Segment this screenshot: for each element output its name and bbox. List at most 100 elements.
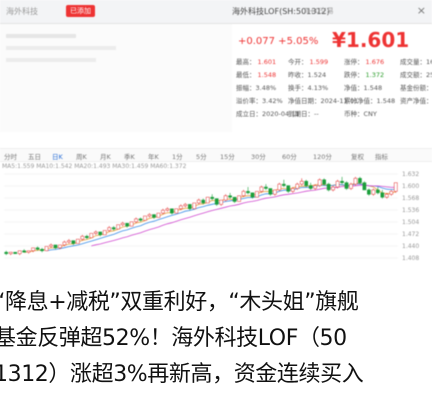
candle-body xyxy=(31,247,35,252)
candle-body xyxy=(134,218,138,223)
tab-6[interactable]: 年K xyxy=(148,151,159,161)
candle-body xyxy=(205,196,210,204)
added-badge[interactable]: 已添加 xyxy=(66,5,95,17)
candle-body xyxy=(58,244,62,249)
stat-value: 1.548 xyxy=(376,97,396,105)
candle-body xyxy=(259,186,264,192)
tab-7[interactable]: 1分 xyxy=(172,151,183,161)
candle-body xyxy=(111,227,116,230)
candle-body xyxy=(196,199,201,204)
tab-13[interactable]: 复权 xyxy=(351,151,364,161)
tab-3[interactable]: 周K xyxy=(76,151,87,161)
candle-body xyxy=(62,241,67,246)
stat-item: 累计净值：1.548 xyxy=(344,95,395,105)
stat-item: 基金份额：2.70亿 xyxy=(400,82,432,92)
candle-body xyxy=(93,231,98,234)
candle-body xyxy=(299,180,304,185)
candle-body xyxy=(214,198,219,205)
stat-item: 币种：CNY xyxy=(344,108,377,118)
candle-body xyxy=(67,240,71,243)
stat-label: 振幅： xyxy=(236,84,256,92)
candle-body xyxy=(44,246,49,252)
stat-label: 今开： xyxy=(288,58,308,66)
candle-body xyxy=(8,251,13,254)
candle-body xyxy=(358,178,362,183)
stats-row: 振幅：3.48% 换手：4.13% 净值：1.548 基金份额：2.70亿 xyxy=(0,82,432,94)
stat-value: 4.13% xyxy=(307,84,329,92)
candle-body xyxy=(98,231,103,236)
candle-body xyxy=(138,218,143,221)
tab-8[interactable]: 5分 xyxy=(196,151,207,161)
stat-label: 币种： xyxy=(344,110,364,118)
candle-body xyxy=(102,230,107,236)
candle-body xyxy=(85,236,89,238)
candle-body xyxy=(277,183,282,191)
stat-label: 累计净值： xyxy=(344,97,377,105)
stat-item: 溢价率：3.42% xyxy=(236,95,283,105)
candle-body xyxy=(156,212,161,218)
stat-label: 成立日： xyxy=(236,110,262,118)
candle-body xyxy=(35,247,40,250)
kline-chart[interactable]: 1.632 1.600 1.568 1.536 1.504 1.472 1.440 1.408 xyxy=(0,170,432,262)
candle-body xyxy=(174,208,179,214)
candle-body xyxy=(273,189,277,195)
candle-body xyxy=(308,185,313,189)
candle-body xyxy=(143,215,147,221)
candle-body xyxy=(17,250,22,254)
stat-label: 换手： xyxy=(288,84,308,92)
candle-body xyxy=(246,191,250,194)
stat-item: 换手：4.13% xyxy=(288,82,328,92)
tab-2[interactable]: 日K xyxy=(52,151,63,161)
stat-label: 最低： xyxy=(236,71,256,79)
candle-body xyxy=(353,178,358,185)
tab-4[interactable]: 月K xyxy=(100,151,111,161)
y-tick-label: 1.536 xyxy=(402,207,419,214)
candle-body xyxy=(384,194,389,198)
tab-12[interactable]: 120分 xyxy=(313,151,332,161)
stat-item: 今开： 1.599 xyxy=(288,56,328,66)
candle-body xyxy=(241,191,246,196)
headline-caption: “降息+减税”双重利好，“木头姐”旗舰 基金反弹超52%！海外科技LOF（50 … xyxy=(0,262,432,400)
tab-10[interactable]: 30分 xyxy=(251,151,266,161)
candle-body xyxy=(290,188,295,192)
stat-label: 跌停： xyxy=(344,71,364,79)
tab-9[interactable]: 15分 xyxy=(220,151,235,161)
stat-value: 3.48% xyxy=(255,84,277,92)
current-price: ¥1.601 xyxy=(332,28,410,52)
candle-body xyxy=(13,251,18,254)
stat-value: 16.06万手 xyxy=(426,58,432,66)
tab-0[interactable]: 分时 xyxy=(4,151,17,161)
tab-5[interactable]: 季K xyxy=(124,151,135,161)
tab-14[interactable]: 指标 xyxy=(375,151,388,161)
candle-body xyxy=(192,202,197,210)
candle-body xyxy=(304,180,309,186)
headline-line-1: “降息+减税”双重利好，“木头姐”旗舰 xyxy=(0,290,359,315)
candle-body xyxy=(393,182,398,192)
y-tick-label: 1.472 xyxy=(402,231,419,238)
candle-body xyxy=(161,209,165,214)
ma-line-ma10 xyxy=(46,183,396,252)
candle-body xyxy=(264,186,268,189)
stat-value: 3.42% xyxy=(262,97,283,105)
tab-1[interactable]: 五日 xyxy=(28,151,41,161)
stat-value: 1.676 xyxy=(365,58,385,66)
headline-line-2: 基金反弹超52%！海外科技LOF（50 xyxy=(0,326,347,351)
candle-body xyxy=(116,224,120,230)
stats-row: 最高：1.601 今开：1.599 涨停：1.676 成交量：16.06万手 xyxy=(0,56,432,68)
tab-11[interactable]: 60分 xyxy=(282,151,297,161)
candle-body xyxy=(147,214,152,217)
y-tick-label: 1.600 xyxy=(402,183,419,190)
stat-label: 基金份额： xyxy=(400,84,432,92)
stat-label: 最高： xyxy=(236,58,256,66)
close-icon[interactable]: × xyxy=(417,4,426,17)
candle-body xyxy=(170,208,174,214)
stats-row: 成立日：2020-04-11 到期日：-- 币种：CNY xyxy=(0,108,432,120)
stat-item: 最高： 1.601 xyxy=(236,56,276,66)
candle-body xyxy=(129,221,134,227)
stat-label: 昨收： xyxy=(288,71,308,79)
stat-value: 1.599 xyxy=(309,58,329,66)
candle-body xyxy=(89,233,94,238)
candle-body xyxy=(344,182,349,189)
fund-quote-screenshot: 海外科技 已添加 海外科技LOF(SH:501312) T+0交易 × +0.0… xyxy=(0,0,432,262)
y-tick-label: 1.568 xyxy=(402,195,419,202)
